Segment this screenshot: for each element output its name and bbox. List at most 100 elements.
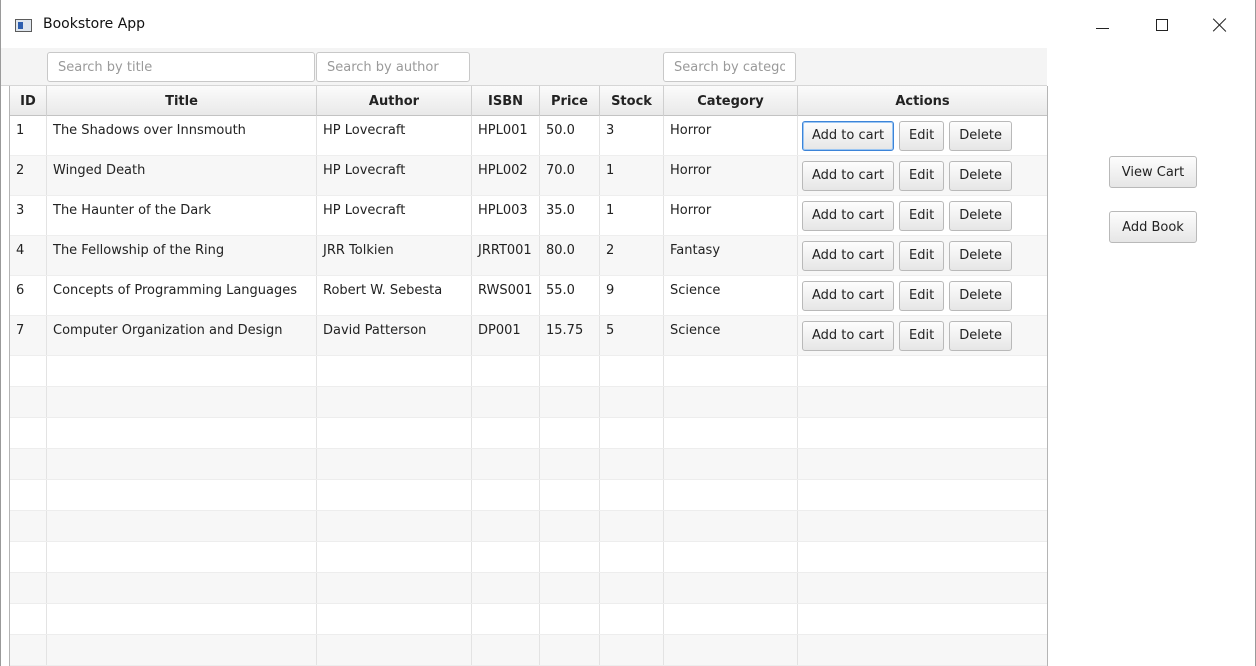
table-row[interactable]: 3 The Haunter of the Dark HP Lovecraft H… — [10, 196, 1047, 236]
table-row[interactable]: 1 The Shadows over Innsmouth HP Lovecraf… — [10, 116, 1047, 156]
empty-table-row — [10, 542, 1047, 573]
minimize-icon — [1095, 27, 1109, 29]
maximize-button[interactable] — [1139, 8, 1185, 42]
cell-title: The Fellowship of the Ring — [47, 236, 317, 275]
cell-price: 35.0 — [540, 196, 600, 235]
cell-actions: Add to cart Edit Delete — [798, 196, 1047, 235]
cell-author: David Patterson — [317, 316, 472, 355]
edit-button[interactable]: Edit — [899, 320, 945, 351]
cell-author: JRR Tolkien — [317, 236, 472, 275]
column-header-stock[interactable]: Stock — [600, 86, 664, 116]
cell-category: Science — [664, 316, 798, 355]
edit-button[interactable]: Edit — [899, 240, 945, 271]
table-row[interactable]: 2 Winged Death HP Lovecraft HPL002 70.0 … — [10, 156, 1047, 196]
minimize-button[interactable] — [1079, 8, 1125, 42]
column-header-title[interactable]: Title — [47, 86, 317, 116]
view-cart-button[interactable]: View Cart — [1109, 156, 1197, 188]
cell-id: 2 — [10, 156, 47, 195]
cell-stock: 2 — [600, 236, 664, 275]
books-table: ID Title Author ISBN Price Stock Categor… — [9, 86, 1048, 666]
add-to-cart-button[interactable]: Add to cart — [802, 120, 895, 151]
cell-category: Horror — [664, 156, 798, 195]
add-to-cart-button[interactable]: Add to cart — [802, 200, 895, 231]
column-header-author[interactable]: Author — [317, 86, 472, 116]
cell-isbn: DP001 — [472, 316, 540, 355]
cell-price: 50.0 — [540, 116, 600, 155]
title-bar[interactable]: Bookstore App — [1, 0, 1255, 48]
empty-table-row — [10, 604, 1047, 635]
cell-isbn: HPL002 — [472, 156, 540, 195]
cell-actions: Add to cart Edit Delete — [798, 276, 1047, 315]
edit-button[interactable]: Edit — [899, 200, 945, 231]
add-to-cart-button[interactable]: Add to cart — [802, 240, 895, 271]
search-title-input[interactable] — [47, 52, 315, 82]
app-window: Bookstore App ID Title Author ISBN Price… — [0, 0, 1256, 666]
column-header-actions[interactable]: Actions — [798, 86, 1047, 116]
empty-table-row — [10, 511, 1047, 542]
search-category-input[interactable] — [663, 52, 796, 82]
column-header-id[interactable]: ID — [10, 86, 47, 116]
cell-author: HP Lovecraft — [317, 196, 472, 235]
delete-button[interactable]: Delete — [949, 280, 1012, 311]
cell-isbn: HPL001 — [472, 116, 540, 155]
cell-price: 15.75 — [540, 316, 600, 355]
empty-table-row — [10, 480, 1047, 511]
empty-table-row — [10, 449, 1047, 480]
close-icon — [1213, 18, 1227, 32]
search-bar — [1, 48, 1047, 86]
delete-button[interactable]: Delete — [949, 240, 1012, 271]
cell-title: Concepts of Programming Languages — [47, 276, 317, 315]
add-to-cart-button[interactable]: Add to cart — [802, 320, 895, 351]
cell-id: 4 — [10, 236, 47, 275]
cell-price: 55.0 — [540, 276, 600, 315]
cell-isbn: RWS001 — [472, 276, 540, 315]
add-book-button[interactable]: Add Book — [1109, 211, 1197, 243]
window-title: Bookstore App — [43, 16, 146, 32]
column-header-price[interactable]: Price — [540, 86, 600, 116]
column-header-category[interactable]: Category — [664, 86, 798, 116]
table-row[interactable]: 6 Concepts of Programming Languages Robe… — [10, 276, 1047, 316]
delete-button[interactable]: Delete — [949, 120, 1012, 151]
empty-table-row — [10, 418, 1047, 449]
edit-button[interactable]: Edit — [899, 280, 945, 311]
cell-category: Science — [664, 276, 798, 315]
cell-price: 80.0 — [540, 236, 600, 275]
cell-stock: 5 — [600, 316, 664, 355]
table-row[interactable]: 7 Computer Organization and Design David… — [10, 316, 1047, 356]
close-button[interactable] — [1197, 8, 1243, 42]
cell-author: Robert W. Sebesta — [317, 276, 472, 315]
cell-stock: 3 — [600, 116, 664, 155]
edit-button[interactable]: Edit — [899, 120, 945, 151]
add-to-cart-button[interactable]: Add to cart — [802, 160, 895, 191]
add-to-cart-button[interactable]: Add to cart — [802, 280, 895, 311]
cell-category: Horror — [664, 116, 798, 155]
cell-category: Horror — [664, 196, 798, 235]
cell-author: HP Lovecraft — [317, 156, 472, 195]
cell-isbn: JRRT001 — [472, 236, 540, 275]
maximize-icon — [1156, 19, 1168, 31]
cell-stock: 1 — [600, 196, 664, 235]
cell-id: 7 — [10, 316, 47, 355]
cell-price: 70.0 — [540, 156, 600, 195]
delete-button[interactable]: Delete — [949, 320, 1012, 351]
delete-button[interactable]: Delete — [949, 200, 1012, 231]
cell-title: Computer Organization and Design — [47, 316, 317, 355]
cell-actions: Add to cart Edit Delete — [798, 156, 1047, 195]
table-header: ID Title Author ISBN Price Stock Categor… — [10, 86, 1047, 116]
search-author-input[interactable] — [316, 52, 470, 82]
empty-table-row — [10, 356, 1047, 387]
cell-actions: Add to cart Edit Delete — [798, 236, 1047, 275]
empty-table-row — [10, 387, 1047, 418]
cell-id: 1 — [10, 116, 47, 155]
empty-table-row — [10, 573, 1047, 604]
app-icon — [15, 19, 32, 32]
edit-button[interactable]: Edit — [899, 160, 945, 191]
column-header-isbn[interactable]: ISBN — [472, 86, 540, 116]
cell-title: The Haunter of the Dark — [47, 196, 317, 235]
cell-category: Fantasy — [664, 236, 798, 275]
cell-author: HP Lovecraft — [317, 116, 472, 155]
cell-actions: Add to cart Edit Delete — [798, 116, 1047, 155]
table-row[interactable]: 4 The Fellowship of the Ring JRR Tolkien… — [10, 236, 1047, 276]
cell-id: 3 — [10, 196, 47, 235]
delete-button[interactable]: Delete — [949, 160, 1012, 191]
